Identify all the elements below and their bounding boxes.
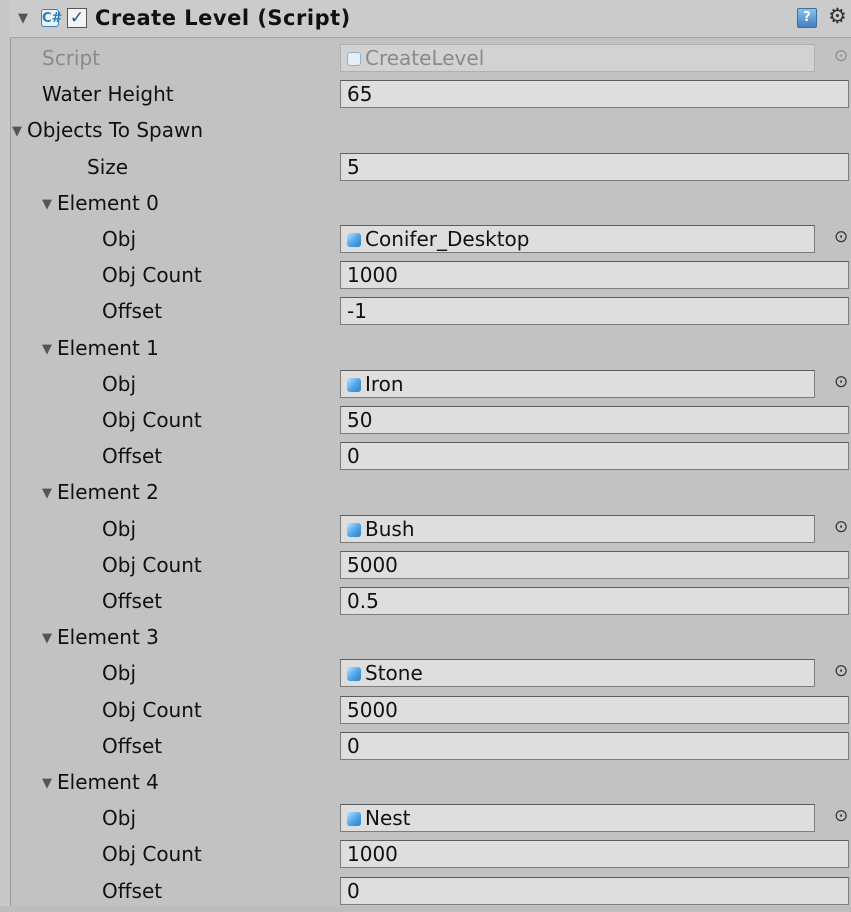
foldout-label[interactable]: Element 0 xyxy=(57,191,159,215)
foldout-label[interactable]: Objects To Spawn xyxy=(27,118,203,142)
element-0-foldout-row[interactable]: ▼ Element 0 xyxy=(10,185,851,221)
foldout-arrow-icon[interactable]: ▼ xyxy=(12,124,22,139)
element-2-offset-row: Offset 0.5 xyxy=(10,583,851,619)
field-label: Offset xyxy=(102,589,163,613)
element-1-offset-input[interactable]: 0 xyxy=(340,442,849,471)
element-4-obj-row: Obj Nest ⊙ xyxy=(10,800,851,836)
object-value: Nest xyxy=(365,806,411,831)
element-0-obj-count-input[interactable]: 1000 xyxy=(340,261,849,290)
field-label: Obj xyxy=(102,661,136,686)
object-picker-icon[interactable]: ⊙ xyxy=(834,372,848,392)
water-height-row: Water Height 65 xyxy=(10,76,851,112)
element-1-offset-row: Offset 0 xyxy=(10,438,851,474)
field-label: Obj xyxy=(102,371,136,396)
element-2-obj-row: Obj Bush ⊙ xyxy=(10,511,851,547)
element-2-obj-field[interactable]: Bush xyxy=(340,514,815,543)
field-label: Obj xyxy=(102,227,136,251)
field-label: Obj Count xyxy=(102,697,202,722)
element-4-offset-row: Offset 0 xyxy=(10,873,851,909)
element-0-obj-count-row: Obj Count 1000 xyxy=(10,257,851,293)
field-label: Size xyxy=(87,154,129,179)
element-3-offset-row: Offset 0 xyxy=(10,728,851,764)
object-picker-icon[interactable]: ⊙ xyxy=(834,227,848,247)
element-3-obj-count-input[interactable]: 5000 xyxy=(340,695,849,724)
field-label: Obj Count xyxy=(102,552,202,577)
object-value: Bush xyxy=(365,516,415,541)
element-2-obj-count-input[interactable]: 5000 xyxy=(340,550,849,579)
element-1-obj-count-row: Obj Count 50 xyxy=(10,402,851,438)
objects-to-spawn-foldout-row[interactable]: ▼ Objects To Spawn xyxy=(10,112,851,148)
foldout-label[interactable]: Element 4 xyxy=(57,770,159,794)
field-label: Obj xyxy=(102,516,136,541)
element-0-obj-field[interactable]: Conifer_Desktop xyxy=(340,225,815,253)
foldout-arrow-icon[interactable]: ▼ xyxy=(42,197,52,212)
csharp-script-icon: C# xyxy=(41,9,63,27)
element-0-offset-row: Offset -1 xyxy=(10,293,851,329)
inspector-panel: ▼ C# ✓ Create Level (Script) ? ⚙ Script C… xyxy=(0,0,851,912)
script-label: Script xyxy=(42,46,101,70)
element-4-obj-count-input[interactable]: 1000 xyxy=(340,840,849,869)
element-1-obj-row: Obj Iron ⊙ xyxy=(10,366,851,402)
script-file-icon xyxy=(347,52,361,66)
array-size-row: Size 5 xyxy=(10,149,851,185)
script-row: Script CreateLevel ⊙ xyxy=(10,40,851,76)
element-3-obj-count-row: Obj Count 5000 xyxy=(10,692,851,728)
object-value: Stone xyxy=(365,661,423,686)
element-0-obj-row: Obj Conifer_Desktop ⊙ xyxy=(10,221,851,257)
foldout-arrow-icon[interactable]: ▼ xyxy=(42,631,52,646)
object-picker-icon[interactable]: ⊙ xyxy=(834,517,848,537)
element-1-obj-field[interactable]: Iron xyxy=(340,369,815,398)
field-label: Obj Count xyxy=(102,408,202,432)
field-label: Offset xyxy=(102,878,163,903)
element-4-obj-field[interactable]: Nest xyxy=(340,804,815,833)
foldout-label[interactable]: Element 2 xyxy=(57,480,159,504)
element-4-offset-input[interactable]: 0 xyxy=(340,876,849,905)
object-value: Iron xyxy=(365,371,404,396)
foldout-arrow-icon[interactable]: ▼ xyxy=(42,486,52,501)
object-value: Conifer_Desktop xyxy=(365,227,530,251)
element-3-obj-field[interactable]: Stone xyxy=(340,659,815,688)
field-label: Offset xyxy=(102,733,163,758)
prefab-cube-icon xyxy=(347,522,361,537)
foldout-label[interactable]: Element 1 xyxy=(57,336,159,360)
field-label: Offset xyxy=(102,299,163,324)
prefab-cube-icon xyxy=(347,812,361,827)
array-size-input[interactable]: 5 xyxy=(340,152,849,181)
field-label: Obj xyxy=(102,806,136,831)
element-2-offset-input[interactable]: 0.5 xyxy=(340,587,849,615)
object-picker-icon[interactable]: ⊙ xyxy=(834,661,848,681)
object-picker-icon[interactable]: ⊙ xyxy=(834,806,848,826)
water-height-input[interactable]: 65 xyxy=(340,80,849,109)
element-1-obj-count-input[interactable]: 50 xyxy=(340,406,849,434)
element-1-foldout-row[interactable]: ▼ Element 1 xyxy=(10,330,851,366)
element-3-obj-row: Obj Stone ⊙ xyxy=(10,655,851,691)
foldout-arrow-icon[interactable]: ▼ xyxy=(42,776,52,791)
prefab-cube-icon xyxy=(347,233,361,247)
panel-bottom-edge xyxy=(0,906,851,912)
prefab-cube-icon xyxy=(347,377,361,392)
script-field: CreateLevel xyxy=(340,44,815,72)
element-4-obj-count-row: Obj Count 1000 xyxy=(10,836,851,872)
help-icon[interactable]: ? xyxy=(797,8,817,28)
component-enabled-checkbox[interactable]: ✓ xyxy=(67,8,87,28)
prefab-cube-icon xyxy=(347,667,361,682)
field-label: Offset xyxy=(102,444,163,469)
element-4-foldout-row[interactable]: ▼ Element 4 xyxy=(10,764,851,800)
script-value: CreateLevel xyxy=(365,46,485,70)
element-3-offset-input[interactable]: 0 xyxy=(340,731,849,760)
element-2-obj-count-row: Obj Count 5000 xyxy=(10,547,851,583)
field-label: Obj Count xyxy=(102,263,202,288)
element-0-offset-input[interactable]: -1 xyxy=(340,297,849,326)
foldout-label[interactable]: Element 3 xyxy=(57,625,159,649)
field-label: Obj Count xyxy=(102,842,202,867)
object-picker-icon: ⊙ xyxy=(834,46,849,66)
element-2-foldout-row[interactable]: ▼ Element 2 xyxy=(10,474,851,510)
foldout-arrow-icon[interactable]: ▼ xyxy=(42,342,52,357)
component-title: Create Level (Script) xyxy=(95,6,351,30)
element-3-foldout-row[interactable]: ▼ Element 3 xyxy=(10,619,851,655)
gear-icon[interactable]: ⚙ xyxy=(828,4,847,28)
component-header[interactable]: ▼ C# ✓ Create Level (Script) ? ⚙ xyxy=(10,0,851,38)
field-label: Water Height xyxy=(42,82,174,107)
component-foldout-icon[interactable]: ▼ xyxy=(18,11,28,26)
